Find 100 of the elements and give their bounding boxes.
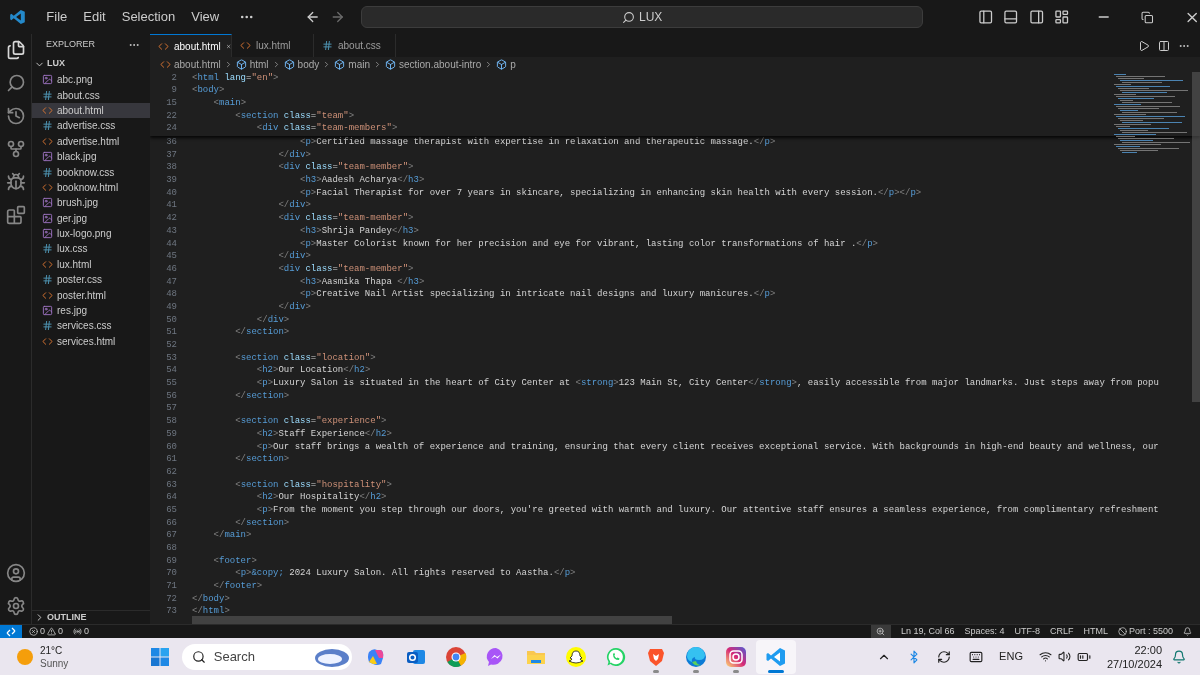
indentation-setting[interactable]: Spaces: 4 (964, 624, 1005, 639)
run-debug-icon[interactable] (5, 172, 26, 192)
editor-tab[interactable]: about.html (150, 34, 232, 57)
secondary-sidebar-icon[interactable] (1028, 9, 1045, 25)
explorer-entry[interactable]: poster.css (32, 272, 150, 288)
breadcrumb-item[interactable]: p (496, 57, 516, 72)
code-icon (42, 181, 53, 193)
account-icon[interactable] (5, 563, 26, 583)
line-number: 54 (165, 364, 178, 378)
explorer-entry[interactable]: services.html (32, 333, 150, 350)
problems-button[interactable]: 0 0 (29, 624, 64, 639)
sidebar-toggle-icon[interactable] (977, 9, 994, 25)
line-number: 9 (170, 84, 178, 98)
remote-button[interactable] (0, 625, 22, 638)
explorer-entry[interactable]: ger.jpg (32, 210, 150, 226)
explorer-icon[interactable] (5, 40, 26, 60)
breadcrumb-item[interactable]: html (235, 57, 269, 72)
keyboard-icon[interactable] (969, 649, 984, 664)
explorer-entry[interactable]: lux.html (32, 256, 150, 273)
volume-icon (1057, 650, 1071, 663)
search-field[interactable]: Search (181, 643, 352, 670)
line-number: 65 (165, 503, 178, 517)
language-mode[interactable]: HTML (1083, 624, 1108, 639)
explorer-entry[interactable]: services.css (32, 318, 150, 334)
forward-arrow-icon[interactable] (330, 9, 346, 25)
code-editor-icon[interactable] (764, 645, 787, 668)
code-line: </footer> (212, 580, 263, 594)
clock[interactable]: 22:00 27/10/2024 (1106, 642, 1162, 671)
code-line: </div> (255, 313, 290, 327)
encoding-setting[interactable]: UTF-8 (1014, 624, 1040, 639)
extensions-icon[interactable] (5, 205, 26, 225)
line-number: 67 (165, 529, 178, 543)
history-icon[interactable] (5, 106, 26, 126)
panel-toggle-icon[interactable] (1003, 9, 1019, 25)
input-language[interactable]: ENG (999, 648, 1023, 665)
hash-icon (42, 274, 53, 286)
horizontal-scrollbar[interactable] (192, 616, 672, 624)
line-number: 42 (165, 212, 178, 226)
editor-tab[interactable]: about.css (314, 34, 396, 57)
explorer-entry[interactable]: booknow.css (32, 164, 150, 180)
menu-item[interactable]: Selection (115, 7, 182, 27)
cube-icon (283, 59, 295, 70)
line-number: 37 (165, 148, 178, 162)
start-icon[interactable] (149, 646, 170, 667)
run-icon[interactable] (1138, 39, 1150, 52)
restore-icon[interactable] (1141, 10, 1154, 24)
line-number: 70 (165, 567, 178, 581)
ports-button[interactable]: 0 (73, 624, 90, 639)
explorer-entry[interactable]: abc.png (32, 72, 150, 88)
line-number: 63 (165, 478, 178, 492)
weather-temperature[interactable]: 21°C (40, 643, 69, 657)
menu-item[interactable]: View (185, 7, 226, 27)
explorer-entry[interactable]: lux.css (32, 241, 150, 257)
code-line: </div> (277, 250, 311, 264)
explorer-entry[interactable]: advertise.html (32, 133, 150, 149)
breadcrumb-item[interactable]: body (283, 57, 320, 72)
line-number: 45 (165, 250, 178, 264)
live-server-button[interactable]: Port : 5500 (1117, 624, 1173, 639)
sync-icon[interactable] (937, 649, 952, 664)
breadcrumb-item[interactable]: about.html (160, 57, 221, 72)
breadcrumb-item[interactable]: main (334, 57, 370, 72)
layout-icon[interactable] (1054, 9, 1070, 25)
camera-app-icon[interactable] (724, 645, 747, 668)
zoom-icon[interactable] (876, 627, 886, 636)
browser-icon[interactable] (444, 645, 467, 668)
weather-condition[interactable]: Sunny (40, 656, 69, 670)
search-icon[interactable] (5, 73, 26, 93)
ghost-app-icon[interactable] (564, 645, 587, 668)
explorer-entry[interactable]: lux-logo.png (32, 225, 150, 242)
split-editor-icon[interactable] (1158, 39, 1170, 52)
explorer-entry[interactable]: about.css (32, 87, 150, 103)
code-icon (42, 135, 53, 147)
explorer-entry[interactable]: booknow.html (32, 179, 150, 196)
cursor-position[interactable]: Ln 19, Col 66 (900, 624, 955, 639)
system-tray-button[interactable] (1038, 649, 1091, 664)
code-line: <h2>Our Location</h2> (255, 364, 371, 378)
code-line: <p>Certified massage therapist with expertise in relaxation and therapeutic massage.</p> (299, 136, 776, 150)
notifications-icon[interactable] (1172, 649, 1186, 664)
explorer-entry[interactable]: brush.jpg (32, 195, 150, 211)
editor-tab[interactable]: lux.html (232, 34, 314, 57)
wave-browser-icon[interactable] (684, 645, 707, 668)
command-center-field[interactable]: LUX (361, 6, 923, 28)
explorer-entry[interactable]: res.jpg (32, 302, 150, 319)
settings-icon[interactable] (5, 596, 26, 616)
line-ending-setting[interactable]: CRLF (1049, 624, 1074, 639)
code-line: <section class="hospitality"> (234, 478, 392, 492)
explorer-entry[interactable]: about.html (32, 102, 150, 119)
menu-item[interactable]: File (40, 7, 74, 27)
image-icon (42, 228, 53, 240)
line-number: 36 (165, 136, 178, 150)
breadcrumb-item[interactable]: section.about-intro (385, 57, 482, 72)
explorer-entry[interactable]: advertise.css (32, 118, 150, 134)
hash-icon (42, 243, 53, 255)
explorer-entry[interactable]: black.jpg (32, 148, 150, 165)
folder-header[interactable]: LUX (32, 56, 150, 72)
notifications-icon[interactable] (1183, 627, 1192, 636)
source-control-icon[interactable] (5, 139, 26, 159)
explorer-entry[interactable]: poster.html (32, 287, 150, 303)
menu-item[interactable]: Edit (77, 7, 112, 27)
line-number: 24 (165, 122, 178, 136)
